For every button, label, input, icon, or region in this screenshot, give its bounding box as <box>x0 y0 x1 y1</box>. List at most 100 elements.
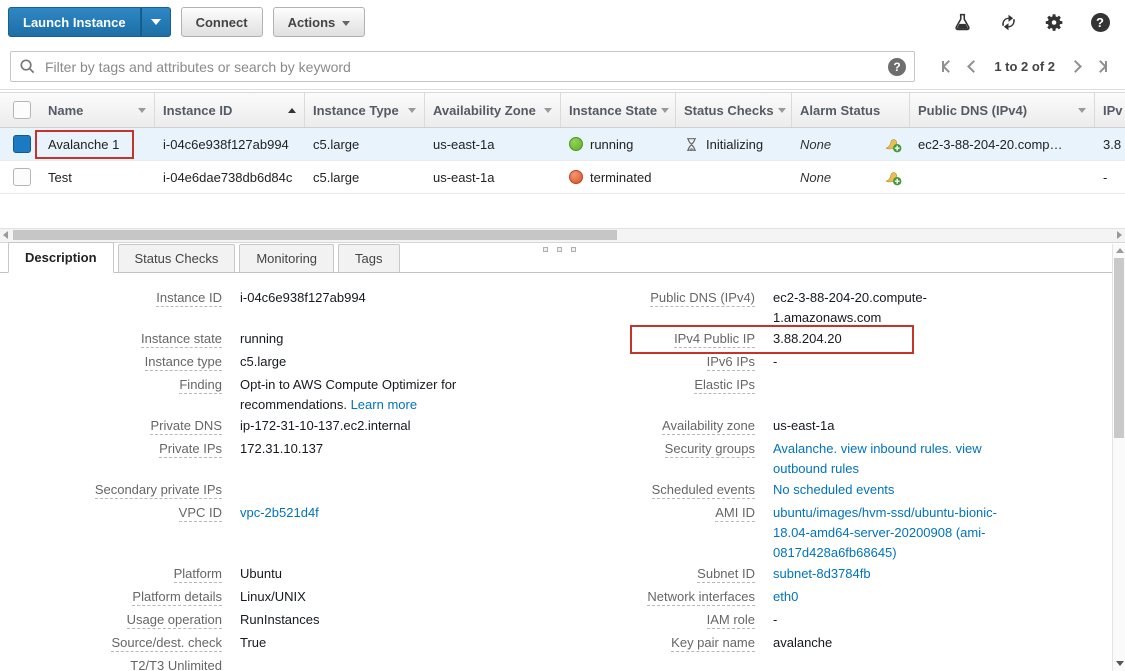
filter-searchbox[interactable]: ? <box>10 51 915 82</box>
description-label: T2/T3 Unlimited <box>130 658 222 671</box>
description-value: Opt-in to AWS Compute Optimizer for reco… <box>222 374 482 415</box>
filter-help-icon[interactable]: ? <box>888 58 906 76</box>
column-header-type[interactable]: Instance Type <box>305 93 425 127</box>
next-page-button[interactable] <box>1071 62 1080 71</box>
first-page-button[interactable] <box>942 61 953 72</box>
description-label-cell: VPC ID <box>0 502 222 523</box>
description-label: Security groups <box>665 441 755 458</box>
description-label: IPv4 Public IP <box>674 331 755 348</box>
description-label-cell: Finding <box>0 374 222 395</box>
description-label: Platform <box>174 566 222 583</box>
scroll-right-icon[interactable] <box>1117 231 1122 239</box>
filter-bar: ? 1 to 2 of 2 <box>0 44 1125 90</box>
column-header-id[interactable]: Instance ID <box>155 93 305 127</box>
description-value[interactable]: subnet-8d3784fb <box>755 563 1008 584</box>
state-label: terminated <box>590 170 651 185</box>
description-label: Private DNS <box>150 418 222 435</box>
column-header-ip[interactable]: IPv <box>1095 93 1125 127</box>
column-header-status[interactable]: Status Checks <box>676 93 792 127</box>
previous-page-button[interactable] <box>969 62 978 71</box>
description-label: Instance state <box>141 331 222 348</box>
help-icon[interactable]: ? <box>1089 11 1111 33</box>
column-header-state[interactable]: Instance State <box>561 93 676 127</box>
filter-input[interactable] <box>43 58 888 76</box>
description-row: Private IPs172.31.10.137Security groupsA… <box>0 438 1112 479</box>
description-value[interactable]: vpc-2b521d4f <box>222 502 482 523</box>
name-cell: Test <box>40 170 155 185</box>
beaker-icon[interactable] <box>951 11 973 33</box>
select-all-checkbox[interactable] <box>13 101 31 119</box>
description-row: Instance staterunningIPv4 Public IP3.88.… <box>0 328 1112 351</box>
description-label-cell: Elastic IPs <box>482 374 755 395</box>
description-row: Instance IDi-04c6e938f127ab994Public DNS… <box>0 287 1112 328</box>
alarm-status-label: None <box>800 170 831 185</box>
row-checkbox-cell <box>0 168 40 186</box>
description-value: - <box>755 351 1008 372</box>
description-value <box>222 655 482 656</box>
description-label-cell: IPv4 Public IP <box>482 328 755 349</box>
column-header-label: Alarm Status <box>800 103 880 118</box>
description-row: Platform detailsLinux/UNIXNetwork interf… <box>0 586 1112 609</box>
description-label: Network interfaces <box>647 589 755 606</box>
column-header-alarm[interactable]: Alarm Status <box>792 93 910 127</box>
description-label-cell: Private IPs <box>0 438 222 459</box>
tab-status-checks[interactable]: Status Checks <box>118 244 236 272</box>
table-row[interactable]: Testi-04e6dae738db6d84cc5.largeus-east-1… <box>0 161 1125 194</box>
description-value[interactable]: Avalanche. view inbound rules. view outb… <box>755 438 1008 479</box>
create-alarm-icon[interactable] <box>884 135 902 153</box>
description-row: PlatformUbuntuSubnet IDsubnet-8d3784fb <box>0 563 1112 586</box>
scroll-left-icon[interactable] <box>3 231 8 239</box>
sort-dropdown-icon <box>138 108 146 113</box>
detail-tabs: DescriptionStatus ChecksMonitoringTags <box>0 244 1112 273</box>
table-row[interactable]: Avalanche 1i-04c6e938f127ab994c5.largeus… <box>0 128 1125 161</box>
create-alarm-icon[interactable] <box>884 168 902 186</box>
description-label: Key pair name <box>671 635 755 652</box>
description-label-cell: Availability zone <box>482 415 755 436</box>
description-row: Usage operationRunInstancesIAM role- <box>0 609 1112 632</box>
tab-description[interactable]: Description <box>8 242 114 273</box>
description-value: c5.large <box>222 351 482 372</box>
launch-instance-dropdown-button[interactable] <box>141 7 171 37</box>
last-page-button[interactable] <box>1096 61 1107 72</box>
vertical-scrollbar[interactable] <box>1112 244 1125 671</box>
horizontal-scrollbar[interactable] <box>0 228 1125 243</box>
description-value[interactable]: ubuntu/images/hvm-ssd/ubuntu-bionic-18.0… <box>755 502 1008 563</box>
description-label-cell: Platform details <box>0 586 222 607</box>
refresh-icon[interactable] <box>997 11 1019 33</box>
alarm-status-cell: None <box>792 135 910 153</box>
chevron-down-icon <box>151 19 161 25</box>
row-checkbox[interactable] <box>13 135 31 153</box>
launch-instance-button[interactable]: Launch Instance <box>8 7 141 37</box>
learn-more-link[interactable]: Learn more <box>351 397 417 412</box>
vertical-scrollbar-thumb[interactable] <box>1114 258 1124 438</box>
column-header-dns[interactable]: Public DNS (IPv4) <box>910 93 1095 127</box>
scroll-down-icon[interactable] <box>1116 661 1124 666</box>
toolbar-icons: ? <box>951 11 1125 33</box>
gear-icon[interactable] <box>1043 11 1065 33</box>
description-value: us-east-1a <box>755 415 1008 436</box>
public-ip-cell: - <box>1095 170 1125 185</box>
column-header-label: IPv <box>1103 103 1123 118</box>
instance-id-cell: i-04c6e938f127ab994 <box>155 137 305 152</box>
horizontal-scrollbar-thumb[interactable] <box>13 230 617 240</box>
column-header-label: Instance Type <box>313 103 399 118</box>
pagination: 1 to 2 of 2 <box>942 59 1115 74</box>
tab-monitoring[interactable]: Monitoring <box>239 244 334 272</box>
search-icon <box>19 58 36 75</box>
description-label: IPv6 IPs <box>707 354 755 371</box>
description-label: Secondary private IPs <box>95 482 222 499</box>
actions-button[interactable]: Actions <box>273 7 366 37</box>
tab-tags[interactable]: Tags <box>338 244 399 272</box>
row-checkbox[interactable] <box>13 168 31 186</box>
column-header-az[interactable]: Availability Zone <box>425 93 561 127</box>
description-label-cell: Platform <box>0 563 222 584</box>
description-value[interactable]: No scheduled events <box>755 479 1008 500</box>
instance-state-cell: running <box>561 137 676 152</box>
description-label: Source/dest. check <box>111 635 222 652</box>
scroll-up-icon[interactable] <box>1116 248 1124 253</box>
description-value[interactable]: eth0 <box>755 586 1008 607</box>
column-header-name[interactable]: Name <box>40 93 155 127</box>
column-header-label: Name <box>48 103 83 118</box>
connect-button[interactable]: Connect <box>181 7 263 37</box>
description-label-cell: Security groups <box>482 438 755 459</box>
